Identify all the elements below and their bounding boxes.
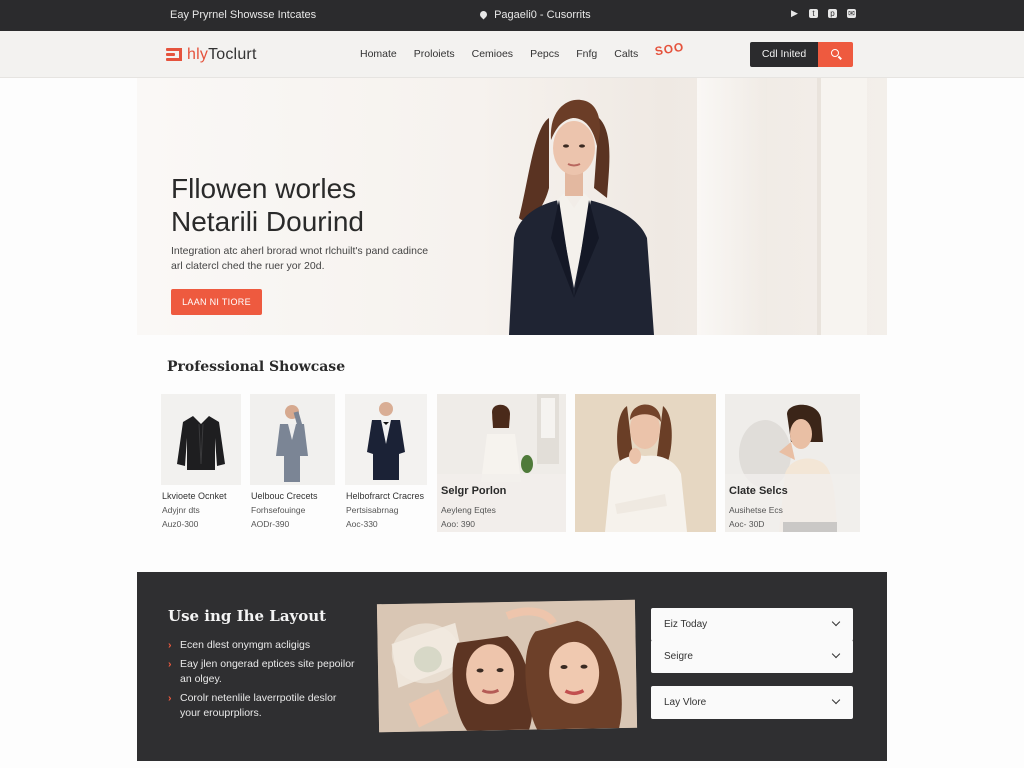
hero-subtitle: Integration atc aherl brorad wnot rlchui… [171,245,429,272]
product-image-white-sweater [575,394,716,532]
nav-link-faq[interactable]: Fnfg [576,48,597,60]
logo-wordmark: hlyToclurt [187,46,257,63]
product-card[interactable]: Clate Selcs Ausihetse Ecs Aoc- 30D [725,394,860,532]
hero-window-frame [817,78,867,335]
dropdown-select[interactable]: Seigre [651,640,853,673]
nav-link-pages[interactable]: Pepcs [530,48,559,60]
nav-sale-badge: SOO [653,39,686,59]
product-meta: Pertsisabrnag [346,505,399,515]
nav-link-calls[interactable]: Calts [614,48,638,60]
product-title: Clate Selcs [729,485,788,497]
get-started-button[interactable]: Cdl Inited [750,42,818,67]
list-item: Ecen dlest onymgm acligigs [168,638,358,653]
dropdown-select[interactable]: Lay Vlore [651,686,853,719]
hero-model-image [509,99,654,335]
hero-banner: Fllowen worles Netarili Dourind Integrati… [137,78,887,335]
nav-links: Homate Proloiets Cemioes Pepcs Fnfg Calt… [360,40,686,60]
product-card[interactable]: Uelbouc Crecets Forhsefouinge AODr-390 [250,394,335,532]
top-strip: Eay Pryrnel Showsse Intcates Pagaeli0 - … [0,0,1024,31]
product-price: Aoc-330 [346,519,378,529]
product-price: Aoc- 30D [729,519,765,529]
product-title: Uelbouc Crecets [251,491,318,501]
dropdown-label: Seigre [664,651,693,662]
pinterest-icon[interactable]: p [828,9,837,18]
email-icon[interactable]: ✉ [847,9,856,18]
product-card[interactable] [575,394,716,532]
nav-link-home[interactable]: Homate [360,48,397,60]
product-price: AODr-390 [251,519,290,529]
product-image-grey-suit [250,394,335,485]
product-title: Helbofrarct Cracres [346,491,425,501]
list-item: Eay jlen ongerad eptices site pepoilor a… [168,657,358,687]
learn-more-button[interactable]: LAAN NI TIORE [171,289,262,315]
chevron-down-icon [831,695,841,705]
layout-collage-image [376,599,638,733]
product-card[interactable]: Helbofrarct Cracres Pertsisabrnag Aoc-33… [345,394,427,532]
play-icon[interactable]: ▶ [790,9,799,18]
product-price: Auz0-300 [162,519,199,529]
product-meta: Adyjnr dts [162,505,200,515]
product-card[interactable]: Lkvioete Ocnket Adyjnr dts Auz0-300 [161,394,241,532]
dropdown-label: Eiz Today [664,619,708,630]
product-meta: Forhsefouinge [251,505,306,515]
chevron-down-icon [831,649,841,659]
location-pin-icon [478,9,489,20]
hero-window-light [697,78,767,335]
main-navbar: hlyToclurt Homate Proloiets Cemioes Pepc… [0,31,1024,78]
product-meta: Ausihetse Ecs [729,505,783,515]
layout-section: Use ing Ihe Layout Ecen dlest onymgm acl… [137,572,887,761]
twitter-icon[interactable]: t [809,9,818,18]
layout-title: Use ing Ihe Layout [168,607,327,625]
dropdown-label: Lay Vlore [664,697,707,708]
showcase-title: Professional Showcase [167,359,346,375]
list-item: Corolr netenlile laverrpotile deslor you… [168,691,358,721]
dropdown-select[interactable]: Eiz Today [651,608,853,641]
nav-cta-group: Cdl Inited [750,42,853,67]
nav-link-services[interactable]: Cemioes [472,48,513,60]
product-title: Selgr Porlon [441,485,507,497]
product-meta: Aeyleng Eqtes [441,505,496,515]
top-strip-location[interactable]: Pagaeli0 - Cusorrits [478,9,591,21]
hero-title: Fllowen worles Netarili Dourind [171,173,364,237]
nav-link-products[interactable]: Proloiets [414,48,455,60]
chevron-down-icon [831,617,841,627]
layout-bullets: Ecen dlest onymgm acligigs Eay jlen onge… [168,638,358,725]
top-strip-tagline: Eay Pryrnel Showsse Intcates [170,9,317,21]
product-card[interactable]: Selgr Porlon Aeyleng Eqtes Aoo: 390 [437,394,566,532]
search-icon [831,49,839,57]
logo-mark-icon [166,48,182,62]
site-logo[interactable]: hlyToclurt [166,46,257,64]
top-strip-location-label: Pagaeli0 - Cusorrits [494,9,591,21]
product-image-jacket [161,394,241,485]
product-image-tuxedo [345,394,427,485]
product-price: Aoo: 390 [441,519,476,529]
social-links: ▶ t p ✉ [790,9,856,18]
product-title: Lkvioete Ocnket [162,491,227,501]
search-button[interactable] [818,42,853,67]
